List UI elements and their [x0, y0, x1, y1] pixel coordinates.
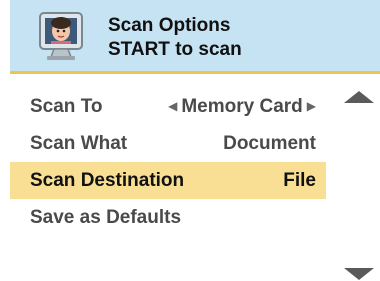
menu-item-label: Scan To: [30, 96, 103, 117]
header-bar: Scan Options START to scan: [10, 0, 380, 74]
left-arrow-icon[interactable]: ◀: [168, 99, 177, 113]
scroll-up-arrow-icon[interactable]: [344, 91, 374, 103]
menu-item-value: File: [283, 170, 316, 191]
options-menu: Scan To ◀ Memory Card ▶ Scan What Document…: [10, 88, 326, 236]
header-text: Scan Options START to scan: [108, 14, 242, 62]
menu-item-value: ◀ Memory Card ▶: [168, 96, 316, 118]
menu-item-label: Scan What: [30, 133, 128, 154]
scan-options-screen: Scan Options START to scan Scan To ◀ Memo…: [0, 0, 380, 281]
right-arrow-icon[interactable]: ▶: [307, 99, 316, 113]
scroll-down-arrow-icon[interactable]: [344, 268, 374, 280]
header-title: Scan Options: [108, 15, 231, 36]
menu-item-value: Document: [223, 133, 316, 154]
menu-item-scan-to[interactable]: Scan To ◀ Memory Card ▶: [10, 88, 326, 125]
scan-to-value: Memory Card: [181, 96, 303, 117]
menu-item-label: Scan Destination: [30, 170, 185, 191]
menu-item-label: Save as Defaults: [30, 207, 182, 228]
menu-item-save-as-defaults[interactable]: Save as Defaults: [10, 199, 326, 236]
monitor-photo-icon: [39, 12, 83, 60]
menu-item-scan-destination[interactable]: Scan Destination File: [10, 162, 326, 199]
menu-item-scan-what[interactable]: Scan What Document: [10, 125, 326, 162]
header-subtitle: START to scan: [108, 39, 242, 60]
